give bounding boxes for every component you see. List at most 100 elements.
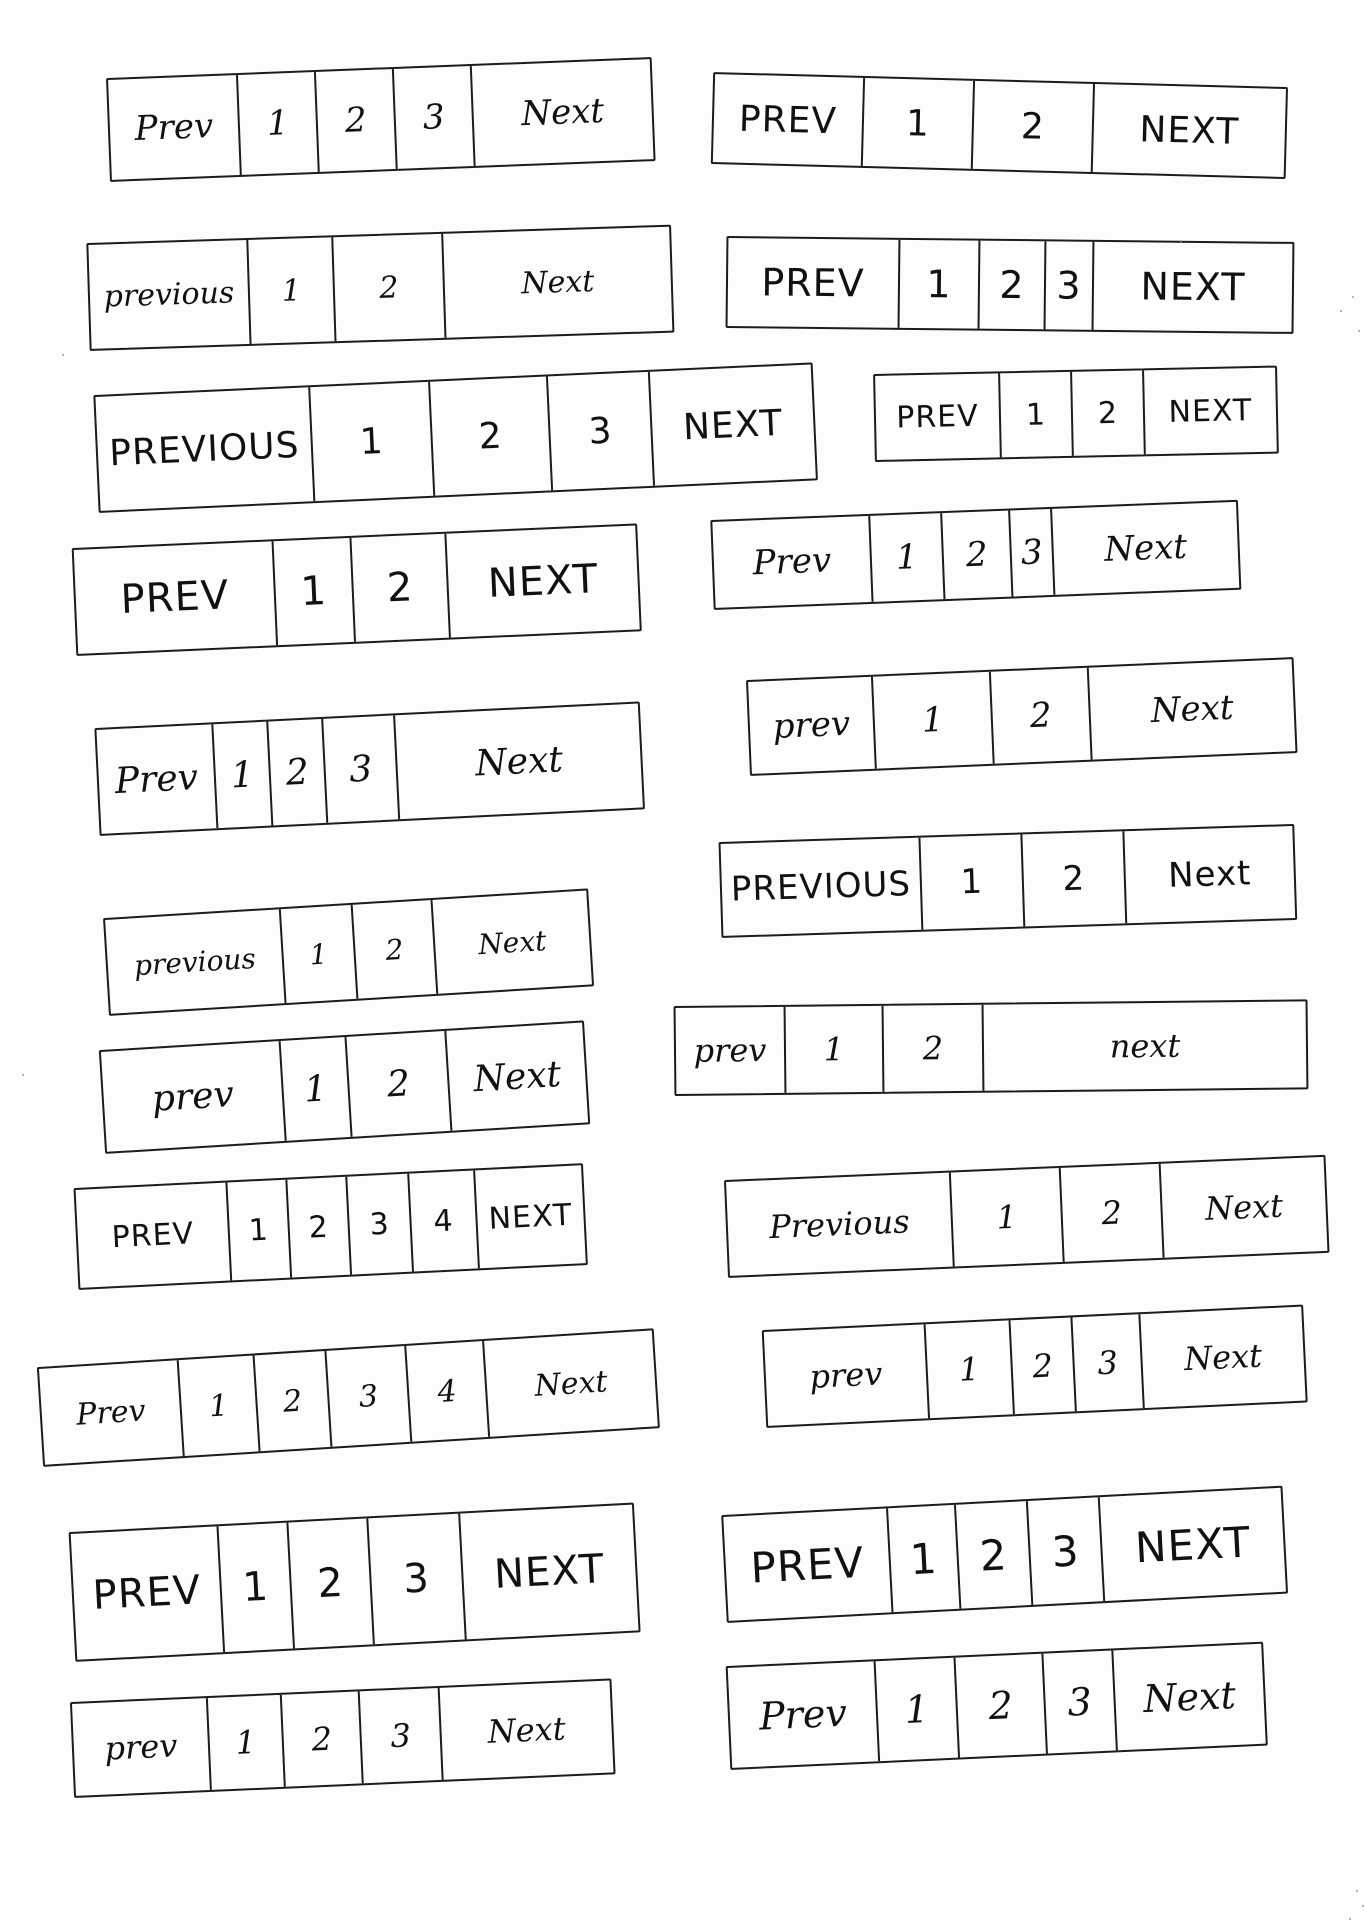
next-button[interactable]: Next	[472, 59, 654, 166]
prev-button[interactable]: prev	[675, 1006, 787, 1094]
prev-button[interactable]: PREV	[712, 74, 866, 166]
next-button[interactable]: Next	[484, 1330, 658, 1436]
next-button[interactable]: next	[984, 1001, 1307, 1090]
page-number-button[interactable]: 2	[346, 1030, 453, 1137]
next-button[interactable]: NEXT	[446, 525, 639, 637]
page-number-button[interactable]: 2	[1072, 370, 1146, 456]
prev-button[interactable]: PREV	[73, 541, 279, 654]
prev-button[interactable]: Prev	[727, 1661, 881, 1768]
page-number-button[interactable]: 3	[1045, 241, 1095, 330]
prev-button[interactable]: PREV	[875, 373, 1002, 460]
prev-button[interactable]: prev	[763, 1324, 931, 1426]
prev-button[interactable]: previous	[105, 909, 287, 1014]
page-number-button[interactable]: 3	[359, 1687, 444, 1784]
prev-button[interactable]: PREV	[727, 238, 901, 328]
page-number-button[interactable]: 1	[872, 671, 995, 769]
page-number-button[interactable]: 2	[1022, 831, 1128, 927]
page-number-button[interactable]: 2	[955, 1653, 1048, 1758]
page-number-button[interactable]: 1	[888, 1504, 962, 1613]
page-number-button[interactable]: 3	[347, 1173, 414, 1275]
page-number-button[interactable]: 3	[1010, 508, 1056, 597]
page-number-button[interactable]: 1	[925, 1320, 1015, 1419]
page-number-button[interactable]: 2	[430, 376, 554, 496]
page-number-button[interactable]: 3	[393, 65, 476, 169]
page-number-button[interactable]: 1	[1000, 371, 1074, 458]
page-number-button[interactable]: 1	[248, 237, 337, 344]
next-button[interactable]: Next	[443, 227, 672, 338]
prev-button[interactable]: Prev	[108, 74, 242, 180]
page-number-button[interactable]: 2	[942, 510, 1014, 600]
page-number-button[interactable]: 2	[990, 667, 1093, 764]
prev-button[interactable]: prev	[71, 1698, 212, 1796]
page-number-button[interactable]: 2	[315, 68, 398, 172]
next-button[interactable]: NEXT	[650, 364, 816, 485]
page-number-button[interactable]: 4	[409, 1170, 480, 1272]
page-number-button[interactable]: 2	[955, 1501, 1034, 1609]
page-number-button[interactable]: 1	[920, 834, 1026, 930]
page-number-button[interactable]: 3	[323, 715, 401, 823]
page-number-button[interactable]: 1	[273, 537, 357, 646]
next-button[interactable]: Next	[446, 1023, 588, 1131]
next-button[interactable]: Next	[433, 891, 592, 994]
next-button[interactable]: NEXT	[1100, 1488, 1286, 1601]
page-number-button[interactable]: 1	[227, 1179, 293, 1281]
prev-button[interactable]: PREV	[75, 1182, 233, 1288]
page-number-button[interactable]: 2	[352, 899, 439, 999]
prev-button[interactable]: PREVIOUS	[720, 837, 924, 936]
page-number-button[interactable]: 1	[950, 1167, 1065, 1267]
next-button[interactable]: NEXT	[460, 1505, 638, 1640]
prev-button[interactable]: PREVIOUS	[95, 387, 316, 511]
page-number-button[interactable]: 3	[547, 371, 656, 491]
page-number-button[interactable]: 1	[862, 77, 976, 169]
next-button[interactable]: NEXT	[1144, 368, 1277, 455]
page-number-button[interactable]: 1	[280, 904, 359, 1004]
next-button[interactable]: NEXT	[475, 1165, 586, 1268]
page-number-button[interactable]: 2	[972, 80, 1096, 172]
page-number-button[interactable]: 2	[268, 718, 329, 826]
page-number-button[interactable]: 2	[979, 240, 1047, 330]
page-number-button[interactable]: 3	[1027, 1497, 1106, 1605]
page-number-button[interactable]: 1	[280, 1036, 353, 1141]
page-number-button[interactable]: 2	[288, 1518, 375, 1649]
page-number-button[interactable]: 2	[351, 533, 451, 642]
prev-button[interactable]: Prev	[38, 1360, 185, 1465]
page-number-button[interactable]: 3	[326, 1345, 413, 1447]
page-number-button[interactable]: 2	[1010, 1317, 1077, 1415]
prev-button[interactable]: PREV	[723, 1508, 894, 1621]
prev-button[interactable]: Previous	[726, 1172, 955, 1276]
next-button[interactable]: Next	[1052, 502, 1239, 595]
page-number-button[interactable]: 3	[1072, 1314, 1145, 1412]
next-button[interactable]: Next	[1113, 1644, 1265, 1751]
next-button[interactable]: Next	[440, 1680, 614, 1779]
page-number-button[interactable]: 1	[785, 1005, 885, 1093]
page-number-button[interactable]: 1	[218, 1522, 295, 1653]
page-number-button[interactable]: 1	[207, 1694, 286, 1790]
prev-button[interactable]: PREV	[70, 1526, 226, 1660]
prev-button[interactable]: Prev	[712, 515, 874, 608]
page-number-button[interactable]: 3	[368, 1513, 467, 1645]
next-button[interactable]: Next	[1161, 1157, 1328, 1258]
page-number-button[interactable]: 2	[254, 1350, 333, 1452]
prev-button[interactable]: prev	[100, 1040, 287, 1152]
page-number-button[interactable]: 2	[333, 233, 447, 342]
page-number-button[interactable]: 1	[178, 1355, 261, 1456]
page-number-button[interactable]: 2	[287, 1176, 353, 1278]
page-number-button[interactable]: 1	[237, 71, 320, 175]
prev-button[interactable]: Prev	[96, 724, 219, 834]
page-number-button[interactable]: 1	[870, 513, 946, 602]
page-number-button[interactable]: 1	[899, 239, 981, 329]
page-number-button[interactable]: 4	[406, 1340, 491, 1442]
next-button[interactable]: NEXT	[1093, 84, 1286, 177]
next-button[interactable]: Next	[1140, 1307, 1305, 1408]
next-button[interactable]: Next	[395, 703, 643, 819]
page-number-button[interactable]: 2	[281, 1691, 364, 1787]
page-number-button[interactable]: 3	[1043, 1650, 1118, 1754]
next-button[interactable]: Next	[1089, 659, 1296, 759]
prev-button[interactable]: prev	[748, 676, 877, 774]
page-number-button[interactable]: 2	[883, 1004, 985, 1092]
next-button[interactable]: Next	[1124, 826, 1295, 923]
page-number-button[interactable]: 1	[310, 381, 436, 502]
prev-button[interactable]: previous	[88, 239, 252, 349]
page-number-button[interactable]: 2	[1060, 1163, 1165, 1262]
page-number-button[interactable]: 1	[875, 1657, 961, 1762]
